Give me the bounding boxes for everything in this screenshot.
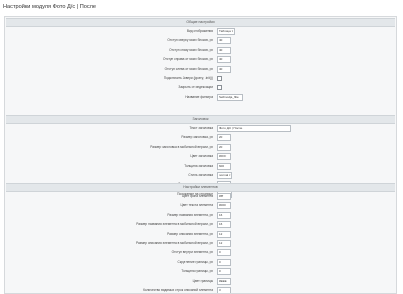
field-label: Название фильтра [185,94,213,99]
settings-row: Скругление границы, px 0 [5,258,396,266]
text-input[interactable]: 3 [217,287,231,293]
text-input[interactable]: 0 [217,268,231,276]
settings-row: Цвет границы #EEE [5,277,396,285]
settings-row: Отступ слева от моих блоков, px 40 [5,65,396,73]
field-label: Размер заголовка, px [181,135,213,140]
settings-row: Вид отображения Таблица ▾ [5,27,396,35]
settings-row: Название фильтра Selfmodja_filte [5,93,396,101]
text-input[interactable]: #fff [217,193,231,200]
text-input[interactable]: 0 [217,249,231,257]
settings-row: Закрыть от индексации [5,83,396,91]
section-header: Общие настройки [6,18,395,27]
text-input[interactable]: 16 [217,211,231,219]
text-input[interactable]: 12 [217,240,231,247]
field-label: Размер описания элемента, px [167,231,213,236]
select-value: normal [219,173,229,177]
settings-row: Толщина границы, px 0 [5,267,396,276]
settings-panel: Общие настройки Вид отображения Таблица ▾ От… [4,16,397,294]
settings-row: Размер описания элемента, px 12 [5,230,396,238]
field-label: Цвет текста элемента [180,203,213,208]
field-label: Цвет заголовка [190,154,213,159]
chevron-down-icon: ▾ [229,174,231,177]
field-label: Толщина границы, px [181,269,213,274]
text-input[interactable]: 20 [217,143,231,151]
field-label: Количество видимых строк описаний элемен… [143,288,213,292]
field-label: Отступ справа от моих блоков, px [162,57,213,62]
text-input[interactable]: Selfmodja_filte [217,93,243,101]
section-header: Настройки элементов [6,183,395,192]
settings-row: Цвет текста элемента #000 [5,201,396,210]
field-label: Размер названия элемента в мобильной вер… [136,222,213,227]
select-value: Таблица [219,29,231,33]
settings-row: Размер названия элемента, px 16 [5,211,396,219]
field-label: Закрыть от индексации [178,85,213,90]
field-label: Скругление границы, px [177,259,213,264]
chevron-down-icon: ▾ [231,30,234,33]
select-dropdown[interactable]: Таблица ▾ [217,28,236,35]
settings-row: Отступ внутри элемента, px 0 [5,248,396,257]
text-input[interactable]: 40 [217,65,231,73]
field-label: Размер описания элемента в мобильной вер… [136,241,213,245]
settings-row: Подключить Jквери (jquery, .init()) [5,74,396,82]
text-input[interactable]: 0 [217,258,231,266]
section-header: Заголовок [6,115,395,124]
field-label: Отступ внутри элемента, px [171,250,213,255]
settings-row: Размер описания элемента в мобильной вер… [5,239,396,247]
settings-row: Цвет фона элемента #fff [5,192,396,200]
text-input[interactable]: Фото Д/с | После [217,125,291,132]
settings-row: Стиль заголовка normal ▾ [5,171,396,179]
text-input[interactable]: 40 [217,46,231,54]
field-label: Размер заголовка в мобильной версии, px [150,144,213,149]
field-label: Отступ слева от моих блоков, px [164,66,213,71]
field-label: Размер названия элемента, px [167,212,213,217]
field-label: Вид отображения [186,29,213,33]
settings-row: Отступ справа от моих блоков, px 40 [5,55,396,64]
field-label: Толщина заголовка [184,163,213,168]
field-label: Подключить Jквери (jquery, .init()) [163,76,213,80]
text-input[interactable]: 20 [217,134,231,142]
text-input[interactable]: 600 [217,162,231,170]
field-label: Цвет фона элемента [182,194,213,198]
text-input[interactable]: #FFF [217,153,231,161]
settings-row: Текст заголовка Фото Д/с | После [5,124,396,132]
field-label: Стиль заголовка [188,173,213,177]
field-label: Цвет границы [192,278,213,283]
settings-row: Толщина заголовка 600 [5,162,396,170]
settings-row: Размер названия элемента в мобильной вер… [5,220,396,229]
checkbox[interactable] [217,76,222,81]
text-input[interactable]: 40 [217,37,231,45]
field-label: Текст заголовка [189,126,213,130]
settings-row: Отступ снизу моих блоков, px 40 [5,46,396,54]
settings-row: Количество видимых строк описаний элемен… [5,286,396,293]
settings-row: Цвет заголовка #FFF [5,152,396,161]
settings-row: Размер заголовка, px 20 [5,133,396,142]
text-input[interactable]: 40 [217,56,231,64]
checkbox[interactable] [217,85,222,91]
settings-row: Отступ сверху моих блоков, px 40 [5,36,396,45]
top-bar: Настройки модуля Фото Д/с | После [0,0,403,15]
text-input[interactable]: 16 [217,221,231,229]
page-title: Настройки модуля Фото Д/с | После [3,4,97,10]
text-input[interactable]: #000 [217,202,231,210]
field-label: Отступ снизу моих блоков, px [169,47,213,52]
select-dropdown[interactable]: normal ▾ [217,172,233,179]
settings-row: Размер заголовка в мобильной версии, px 2… [5,143,396,151]
text-input[interactable]: 12 [217,230,231,238]
field-label: Отступ сверху моих блоков, px [167,38,213,43]
text-input[interactable]: #EEE [217,277,231,285]
